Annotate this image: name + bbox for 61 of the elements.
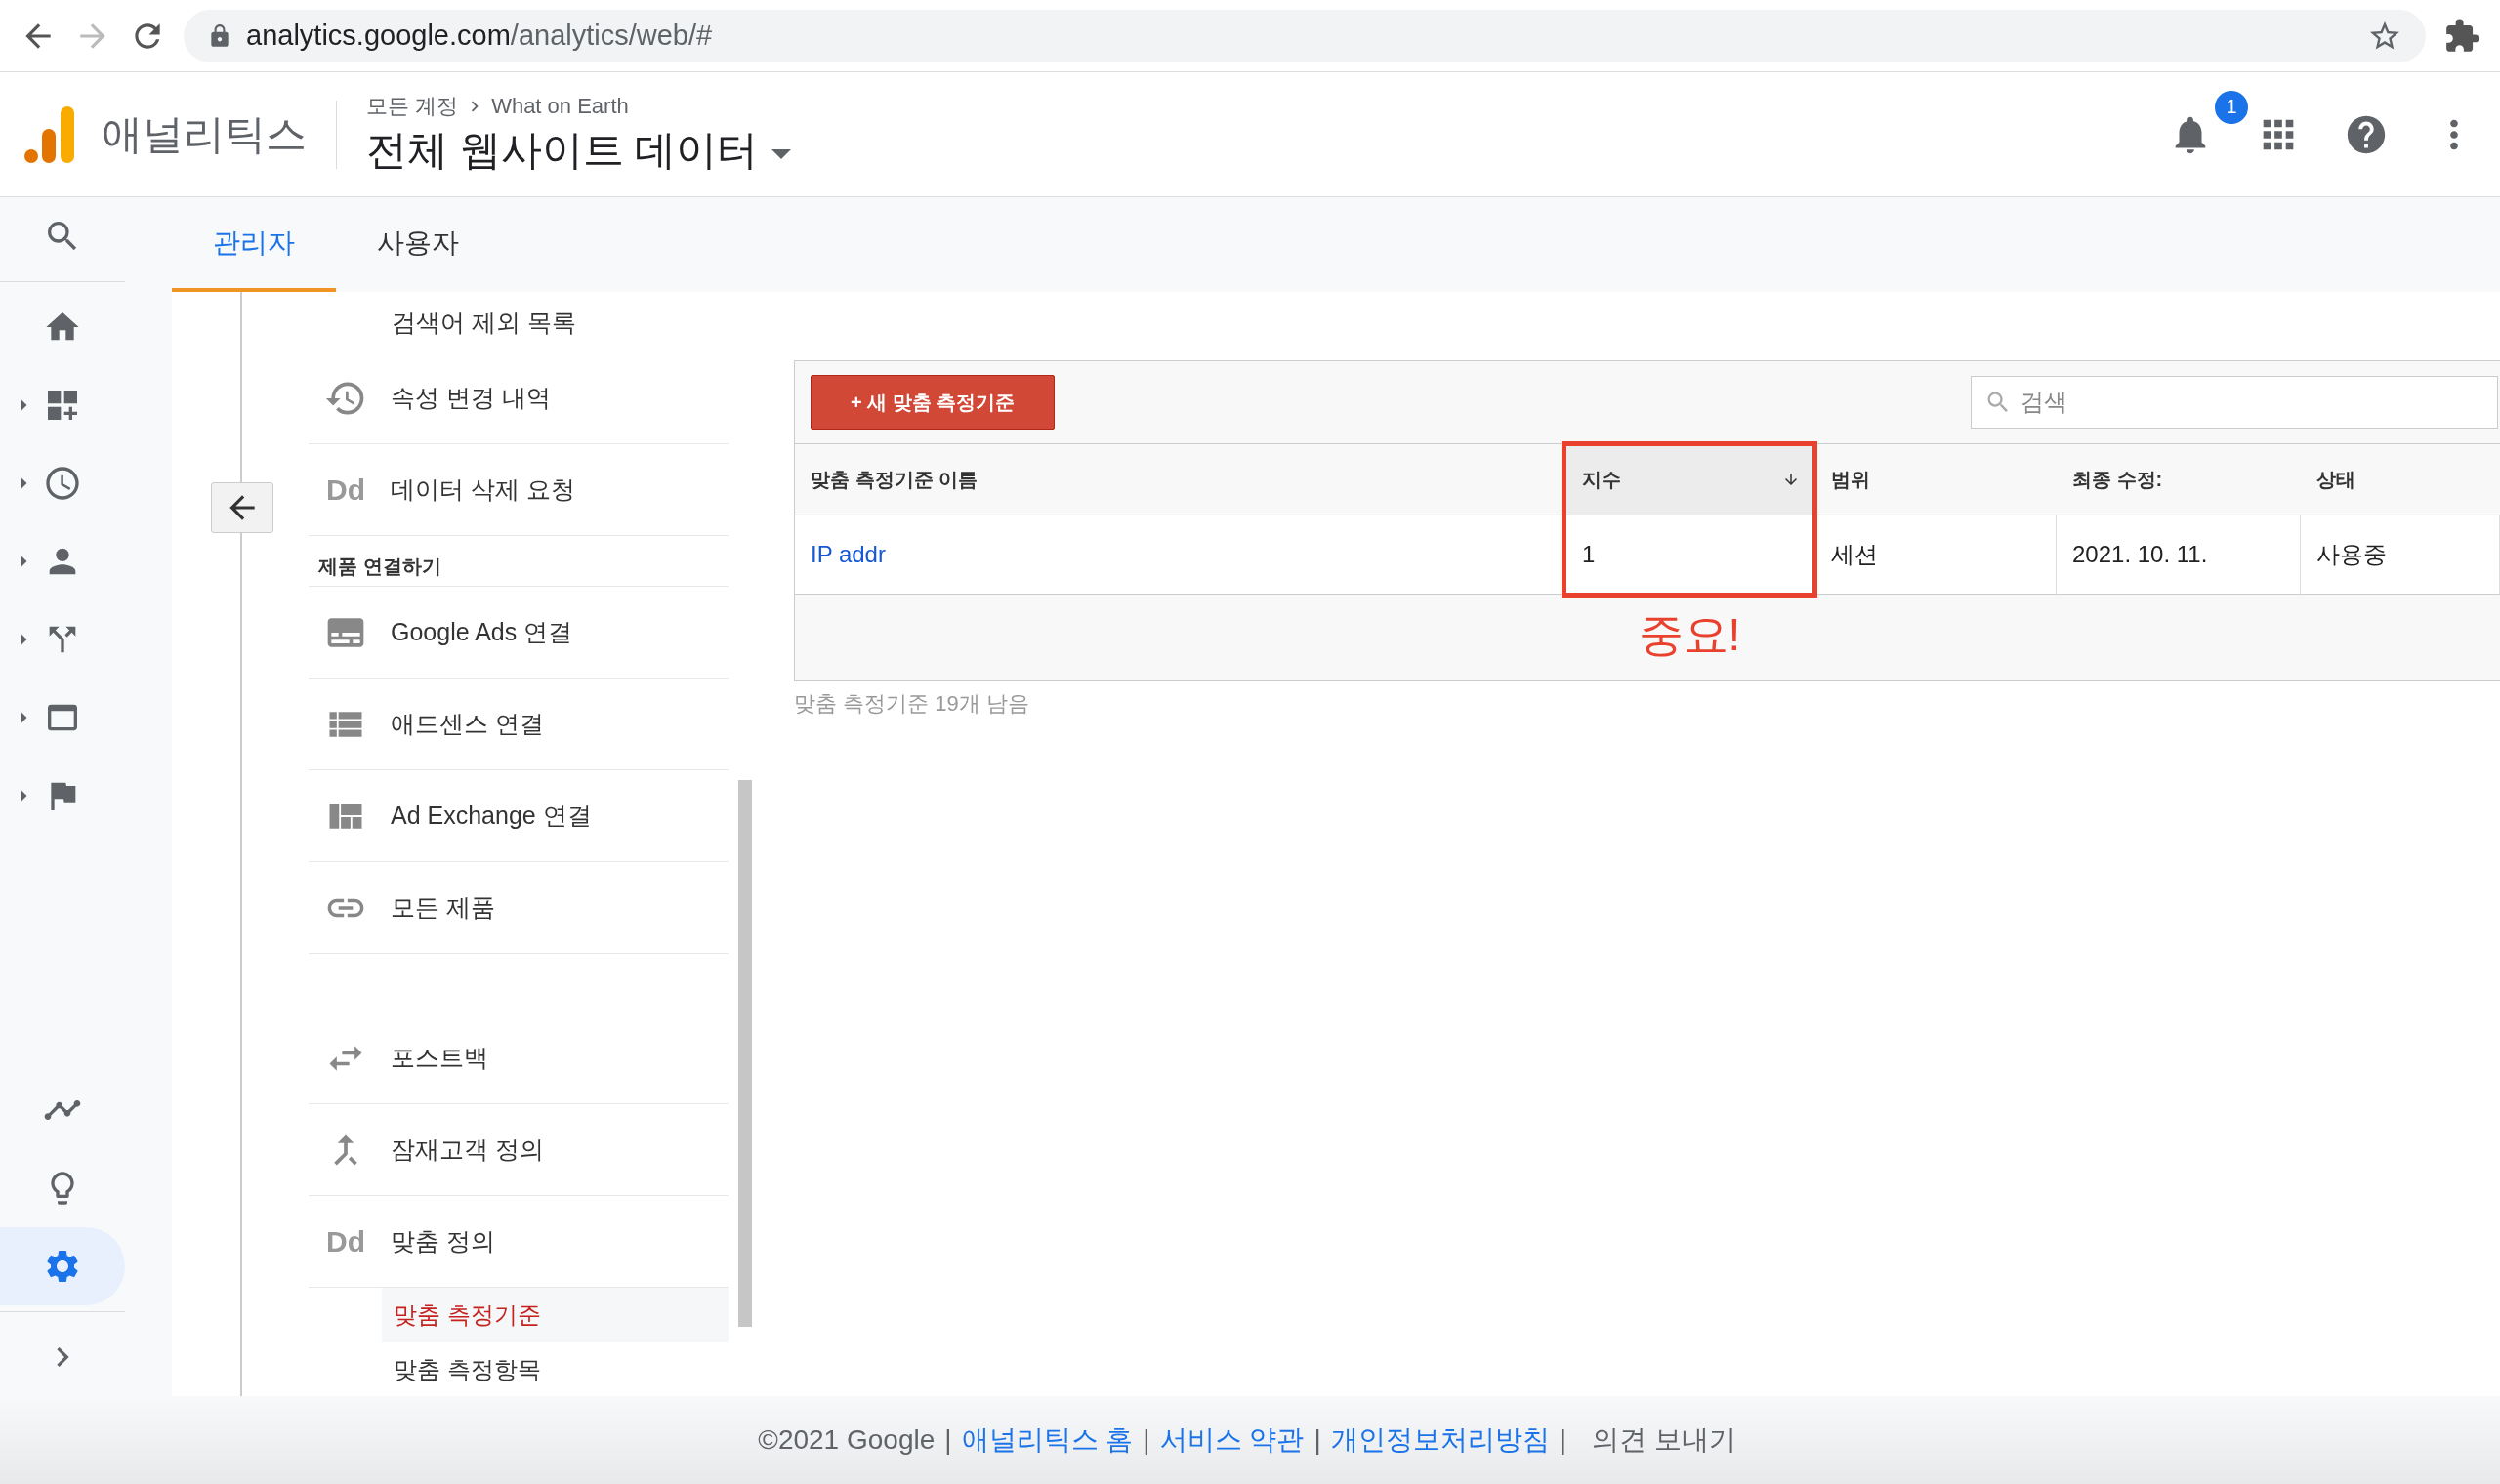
caret-icon <box>771 148 792 159</box>
menu-label: 맞춤 정의 <box>391 1226 495 1257</box>
back-button[interactable] <box>211 482 273 533</box>
menu-item[interactable]: 속성 변경 내역 <box>309 352 729 444</box>
url-text: analytics.google.com/analytics/web/# <box>246 20 713 52</box>
table-cell: 1 <box>1566 515 1815 595</box>
menu-item[interactable]: Google Ads 연결 <box>309 587 729 679</box>
address-bar[interactable]: analytics.google.com/analytics/web/# <box>184 9 2426 62</box>
column-header[interactable]: 지수 <box>1566 443 1815 515</box>
menu-label: 애드센스 연결 <box>391 709 544 739</box>
feedback-button[interactable]: 의견 보내기 <box>1585 1421 1742 1460</box>
notification-badge: 1 <box>2213 88 2250 126</box>
new-dimension-button[interactable]: + 새 맞춤 측정기준 <box>811 375 1056 430</box>
extension-icon[interactable] <box>2443 17 2480 55</box>
menu-item[interactable]: 포스트백 <box>309 1012 729 1104</box>
search-field[interactable]: 검색 <box>1971 376 2498 429</box>
rail-button[interactable] <box>0 1227 125 1305</box>
sort-icon <box>1782 471 1800 488</box>
submenu-item[interactable]: 맞춤 측정항목 <box>382 1342 729 1396</box>
table-cell: 2021. 10. 11. <box>2057 515 2301 595</box>
view-selector[interactable]: 전체 웹사이트 데이터 <box>366 122 792 178</box>
table-cell: 세션 <box>1815 515 2057 595</box>
copyright-text: ©2021 Google <box>758 1424 936 1456</box>
footer-link[interactable]: 애널리틱스 홈 <box>961 1422 1134 1459</box>
scrollbar[interactable] <box>738 780 752 1327</box>
menu-label: 모든 제품 <box>391 892 495 923</box>
menu-item[interactable]: 모든 제품 <box>309 862 729 954</box>
menu-label: Google Ads 연결 <box>391 617 573 647</box>
footer-link[interactable]: 서비스 약관 <box>1159 1422 1305 1459</box>
separator: | <box>944 1424 952 1456</box>
dd-icon: Dd <box>320 1224 371 1258</box>
breadcrumb-item[interactable]: 모든 계정 <box>366 91 459 121</box>
dd-icon: Dd <box>320 473 371 507</box>
tab[interactable]: 사용자 <box>336 197 500 292</box>
menu-label: 잠재고객 정의 <box>391 1134 544 1165</box>
separator: | <box>1559 1424 1566 1456</box>
separator: | <box>1143 1424 1150 1456</box>
analytics-logo-icon <box>23 104 76 164</box>
menu-label: 데이터 삭제 요청 <box>391 474 575 505</box>
menu-label: 속성 변경 내역 <box>391 383 551 413</box>
submenu-item[interactable]: 맞춤 측정기준 <box>382 1288 729 1342</box>
annotation-text: 중요! <box>1637 608 1742 662</box>
section-heading: 제품 연결하기 <box>309 536 729 587</box>
menu-item[interactable]: 잠재고객 정의 <box>309 1104 729 1196</box>
menu-item[interactable]: Dd 데이터 삭제 요청 <box>309 444 729 536</box>
dimension-link[interactable]: IP addr <box>811 541 886 568</box>
product-name: 애널리틱스 <box>102 100 337 169</box>
menu-label: 포스트백 <box>391 1043 488 1073</box>
menu-item[interactable]: 애드센스 연결 <box>309 679 729 770</box>
remaining-count: 맞춤 측정기준 19개 남음 <box>794 690 1030 718</box>
column-header[interactable]: 최종 수정: <box>2057 443 2301 515</box>
column-header[interactable]: 상태 <box>2301 443 2500 515</box>
menu-item[interactable]: Ad Exchange 연결 <box>309 770 729 862</box>
separator: | <box>1313 1424 1321 1456</box>
breadcrumb-item[interactable]: What on Earth <box>491 93 629 119</box>
clock-icon <box>43 464 82 503</box>
table-cell: 사용중 <box>2301 515 2500 595</box>
column-header[interactable]: 범위 <box>1815 443 2057 515</box>
menu-label: Ad Exchange 연결 <box>391 801 592 831</box>
menu-item[interactable]: 검색어 제외 목록 <box>309 292 729 352</box>
footer-link[interactable]: 개인정보처리방침 <box>1330 1422 1550 1459</box>
